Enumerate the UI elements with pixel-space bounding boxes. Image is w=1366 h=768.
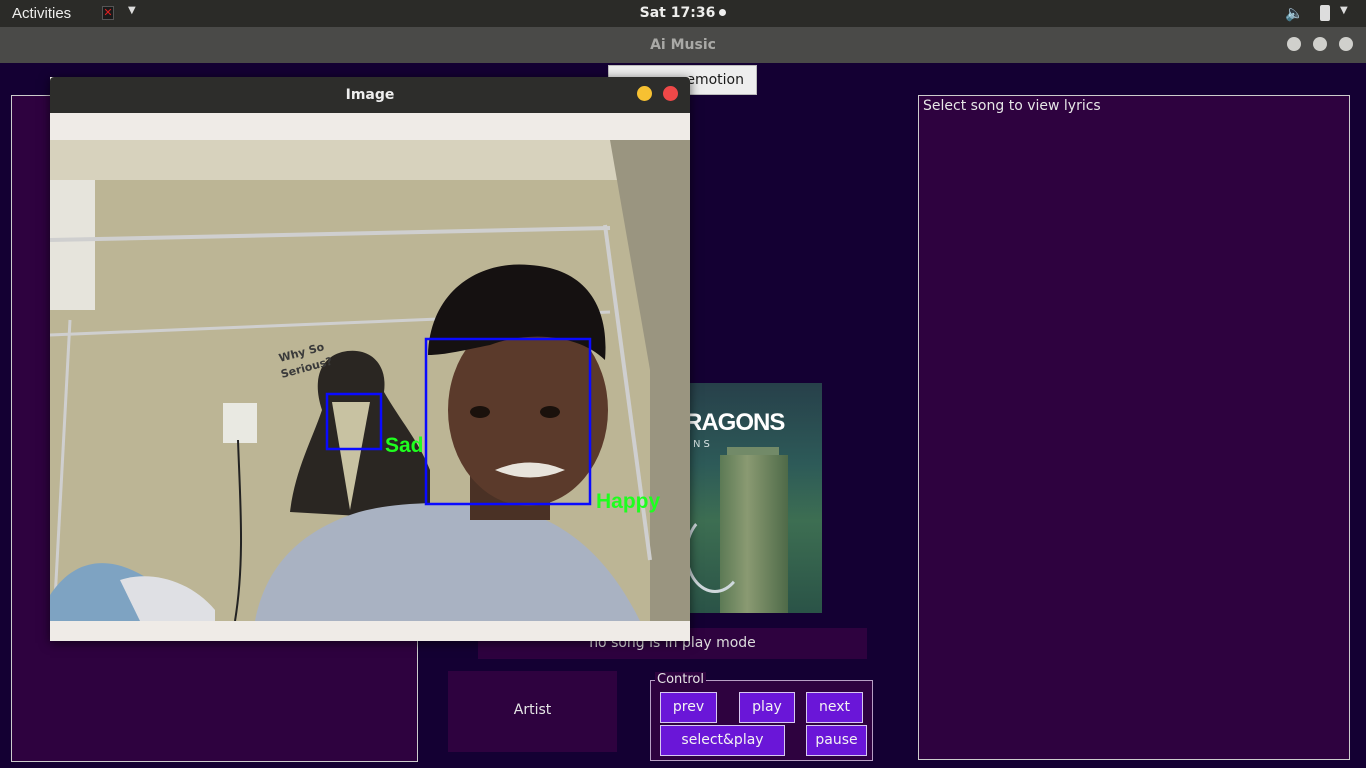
ceiling	[50, 140, 690, 180]
camera-frame: Why So Serious? Sad Happy	[50, 140, 690, 621]
image-window-title: Image	[345, 87, 395, 103]
switch-board	[223, 403, 257, 443]
minimize-icon[interactable]	[637, 86, 652, 101]
clock[interactable]: Sat 17:36	[0, 5, 1366, 21]
window-titlebar: Ai Music	[0, 27, 1366, 63]
battery-icon[interactable]	[1320, 5, 1330, 21]
maximize-window-button[interactable]	[1313, 37, 1327, 51]
next-button[interactable]: next	[806, 692, 863, 723]
window-glare	[50, 180, 95, 310]
person-eye-right	[540, 406, 560, 418]
system-top-bar: Activities ✕ ▼ Sat 17:36 🔈 ▼	[0, 0, 1366, 27]
minimize-window-button[interactable]	[1287, 37, 1301, 51]
select-and-play-button[interactable]: select&play	[660, 725, 785, 756]
prev-button[interactable]: prev	[660, 692, 717, 723]
person-eye-left	[470, 406, 490, 418]
lyrics-panel[interactable]: Select song to view lyrics	[918, 95, 1350, 760]
image-window-titlebar[interactable]: Image	[50, 77, 690, 113]
detection-label-sad: Sad	[385, 434, 424, 457]
clock-text: Sat 17:36	[639, 5, 716, 21]
notification-dot-icon	[719, 9, 727, 16]
pause-button[interactable]: pause	[806, 725, 867, 756]
control-legend: Control	[655, 672, 706, 687]
album-art-arc	[685, 513, 745, 593]
window-title: Ai Music	[650, 37, 716, 53]
system-menu-arrow-icon[interactable]: ▼	[1340, 5, 1348, 16]
close-window-button[interactable]	[1339, 37, 1353, 51]
artist-label: Artist	[448, 671, 617, 752]
close-icon[interactable]	[663, 86, 678, 101]
album-title: RAGONS	[685, 409, 785, 436]
volume-icon[interactable]: 🔈	[1285, 4, 1304, 22]
webcam-scene: Why So Serious?	[50, 140, 690, 621]
detection-label-happy: Happy	[596, 490, 661, 513]
lyrics-placeholder: Select song to view lyrics	[923, 98, 1101, 114]
play-button[interactable]: play	[739, 692, 795, 723]
album-subtitle: NS	[693, 439, 713, 450]
image-window[interactable]: Image Why So Serious? Sad Happy	[50, 77, 690, 641]
